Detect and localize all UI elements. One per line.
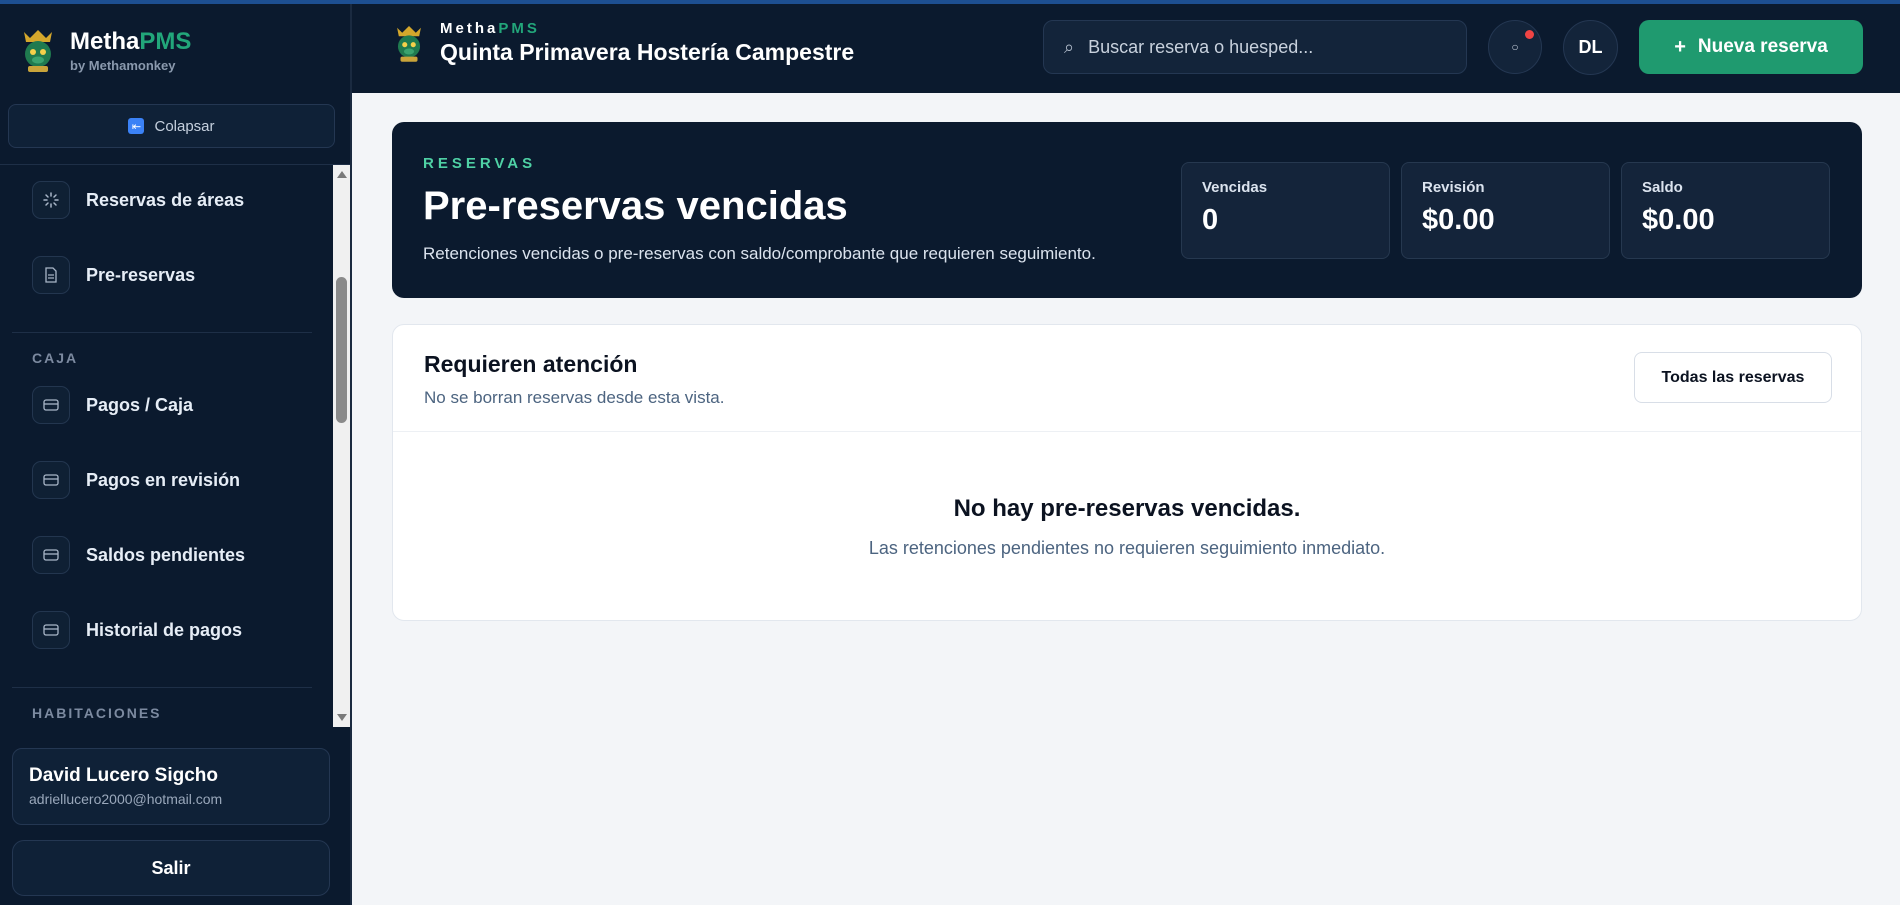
user-name: David Lucero Sigcho: [29, 765, 218, 786]
monkey-logo-icon: [397, 26, 421, 62]
stat-saldo: Saldo $0.00: [1621, 162, 1830, 259]
card-icon: [32, 386, 70, 424]
empty-state-title: No hay pre-reservas vencidas.: [953, 495, 1301, 522]
card-subtitle: No se borran reservas desde esta vista.: [424, 388, 725, 407]
all-reservations-button[interactable]: Todas las reservas: [1634, 352, 1832, 403]
search-box[interactable]: ⌕: [1043, 20, 1467, 74]
stat-revision: Revisión $0.00: [1401, 162, 1610, 259]
nav-divider: [12, 332, 312, 333]
hero-banner: RESERVAS Pre-reservas vencidas Retencion…: [392, 122, 1862, 298]
sidebar-item-reservas-areas[interactable]: Reservas de áreas: [32, 180, 244, 220]
attention-card: Requieren atención No se borran reservas…: [392, 324, 1862, 621]
sidebar-scrollbar[interactable]: [333, 165, 350, 727]
sidebar-item-historial-pagos[interactable]: Historial de pagos: [32, 610, 242, 650]
brand-name: MethaPMS: [70, 27, 192, 55]
user-card[interactable]: David Lucero Sigcho adriellucero2000@hot…: [12, 748, 330, 825]
scroll-down-arrow-icon[interactable]: [337, 714, 347, 721]
document-icon: [32, 256, 70, 294]
app-name: MethaPMS: [440, 20, 540, 37]
nav-divider: [12, 687, 312, 688]
empty-state-subtitle: Las retenciones pendientes no requieren …: [868, 538, 1386, 558]
notification-circle-icon: ○: [1511, 40, 1519, 54]
card-icon: [32, 611, 70, 649]
card-divider: [393, 431, 1861, 432]
sidebar-item-pagos-revision[interactable]: Pagos en revisión: [32, 460, 240, 500]
page-description: Retenciones vencidas o pre-reservas con …: [423, 244, 1096, 263]
sidebar-item-label: Reservas de áreas: [86, 189, 245, 210]
notifications-button[interactable]: ○: [1488, 20, 1542, 74]
brand[interactable]: MethaPMS by Methamonkey: [18, 26, 191, 74]
sidebar-item-label: Pre-reservas: [86, 264, 196, 285]
search-input[interactable]: [1088, 36, 1449, 58]
sidebar-item-label: Historial de pagos: [86, 619, 243, 640]
scroll-thumb[interactable]: [336, 277, 347, 423]
avatar[interactable]: DL: [1563, 20, 1618, 75]
card-icon: [32, 461, 70, 499]
collapse-button[interactable]: ⇤ Colapsar: [8, 104, 335, 148]
stat-value: 0: [1202, 204, 1219, 236]
brand-subtitle: by Methamonkey: [70, 57, 176, 73]
collapse-arrow-icon: ⇤: [128, 118, 145, 134]
new-reservation-button[interactable]: + Nueva reserva: [1639, 20, 1863, 74]
section-heading-caja: CAJA: [32, 350, 79, 366]
monkey-logo-icon: [24, 30, 52, 72]
stat-vencidas: Vencidas 0: [1181, 162, 1390, 259]
logout-button[interactable]: Salir: [12, 840, 330, 896]
top-header: MethaPMS Quinta Primavera Hostería Campe…: [352, 0, 1900, 93]
stat-label: Revisión: [1422, 179, 1485, 196]
card-title: Requieren atención: [424, 351, 638, 377]
section-heading-habitaciones: HABITACIONES: [32, 705, 162, 721]
scroll-up-arrow-icon[interactable]: [337, 171, 347, 178]
new-reservation-label: Nueva reserva: [1697, 36, 1828, 57]
top-accent-line: [0, 0, 1900, 4]
notification-badge: [1525, 30, 1534, 39]
sidebar: MethaPMS by Methamonkey ⇤ Colapsar Reser…: [0, 0, 352, 905]
plus-icon: +: [1674, 35, 1686, 58]
collapse-label: Colapsar: [154, 117, 215, 135]
sidebar-item-label: Saldos pendientes: [86, 544, 246, 565]
sidebar-item-saldos-pendientes[interactable]: Saldos pendientes: [32, 535, 245, 575]
sidebar-item-label: Pagos / Caja: [86, 394, 194, 415]
search-icon: ⌕: [1064, 36, 1075, 57]
stat-value: $0.00: [1422, 204, 1495, 236]
stat-label: Saldo: [1642, 179, 1683, 196]
hero-eyebrow: RESERVAS: [423, 155, 537, 172]
stat-label: Vencidas: [1202, 179, 1268, 196]
stat-value: $0.00: [1642, 204, 1715, 236]
hotel-brand: MethaPMS Quinta Primavera Hostería Campe…: [392, 20, 854, 66]
hotel-name: Quinta Primavera Hostería Campestre: [440, 39, 855, 65]
sidebar-item-pre-reservas[interactable]: Pre-reservas: [32, 255, 195, 295]
sidebar-nav: Reservas de áreas Pre-reservas CAJA Pago…: [0, 165, 333, 727]
user-email: adriellucero2000@hotmail.com: [29, 791, 223, 807]
sidebar-item-pagos-caja[interactable]: Pagos / Caja: [32, 385, 193, 425]
sidebar-item-label: Pagos en revisión: [86, 469, 241, 490]
spinner-icon: [32, 181, 70, 219]
page-title: Pre-reservas vencidas: [423, 184, 848, 228]
card-icon: [32, 536, 70, 574]
